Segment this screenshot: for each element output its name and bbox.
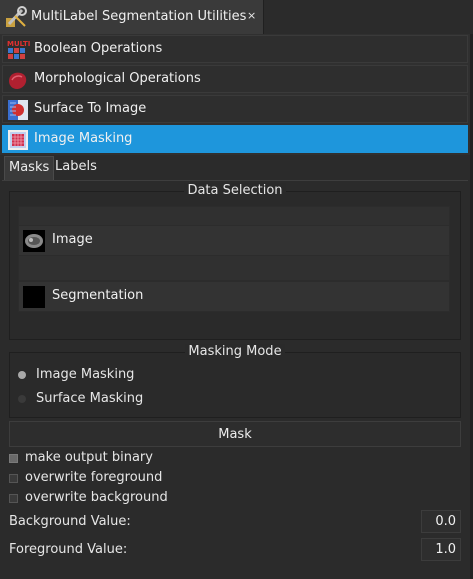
tab-bar: Masks Labels (2, 156, 468, 181)
radio-label: Image Masking (36, 367, 135, 382)
data-selection-title: Data Selection (184, 183, 286, 198)
checkbox-checked-icon (9, 454, 18, 463)
background-value-label: Background Value: (9, 514, 131, 529)
tab-masks[interactable]: Masks (4, 156, 55, 180)
masking-mode-title: Masking Mode (185, 344, 285, 359)
checkbox-unchecked-icon (9, 474, 18, 483)
radio-selected-icon (18, 371, 26, 379)
mask-section-header: Mask (9, 421, 461, 447)
tool-label: Morphological Operations (34, 71, 201, 86)
tool-label: Surface To Image (34, 101, 147, 116)
image-selector-label: Image (52, 232, 93, 247)
svg-text:MULTI: MULTI (7, 40, 30, 48)
checkbox-label: make output binary (25, 450, 153, 465)
foreground-value-label: Foreground Value: (9, 542, 128, 557)
tool-label: Boolean Operations (34, 41, 163, 56)
checkbox-unchecked-icon (9, 494, 18, 503)
morphological-operations-icon (9, 72, 27, 90)
radio-label: Surface Masking (36, 391, 144, 406)
tab-labels[interactable]: Labels (51, 156, 101, 180)
tool-morphological-operations[interactable]: Morphological Operations (2, 65, 468, 93)
foreground-value-spinbox[interactable]: 1.0 (421, 538, 461, 561)
tool-surface-to-image[interactable]: Surface To Image (2, 95, 468, 123)
image-thumbnail-icon (23, 230, 45, 252)
tool-label: Image Masking (34, 131, 133, 146)
boolean-operations-icon: MULTI (7, 40, 30, 59)
image-masking-icon (8, 130, 28, 150)
tool-image-masking[interactable]: Image Masking (2, 125, 468, 153)
segmentation-thumbnail-icon (23, 286, 45, 308)
tools-icon (6, 6, 27, 27)
window-title: MultiLabel Segmentation Utilities (31, 9, 247, 24)
checkbox-label: overwrite foreground (25, 470, 163, 485)
surface-to-image-icon (8, 100, 28, 120)
image-selector[interactable]: Image (18, 225, 450, 256)
masking-mode-group: Masking Mode (9, 344, 461, 418)
close-tab-button[interactable]: × (247, 9, 256, 22)
tool-boolean-operations[interactable]: MULTI Boolean Operations (2, 35, 468, 63)
segmentation-selector[interactable]: Segmentation (18, 281, 450, 312)
tool-list: MULTI Boolean Operations Morphological O… (0, 34, 470, 155)
view-titlebar: MultiLabel Segmentation Utilities × (0, 0, 264, 34)
radio-unselected-icon (18, 395, 26, 403)
checkbox-label: overwrite background (25, 490, 168, 505)
segmentation-selector-label: Segmentation (52, 288, 144, 303)
background-value-spinbox[interactable]: 0.0 (421, 510, 461, 533)
